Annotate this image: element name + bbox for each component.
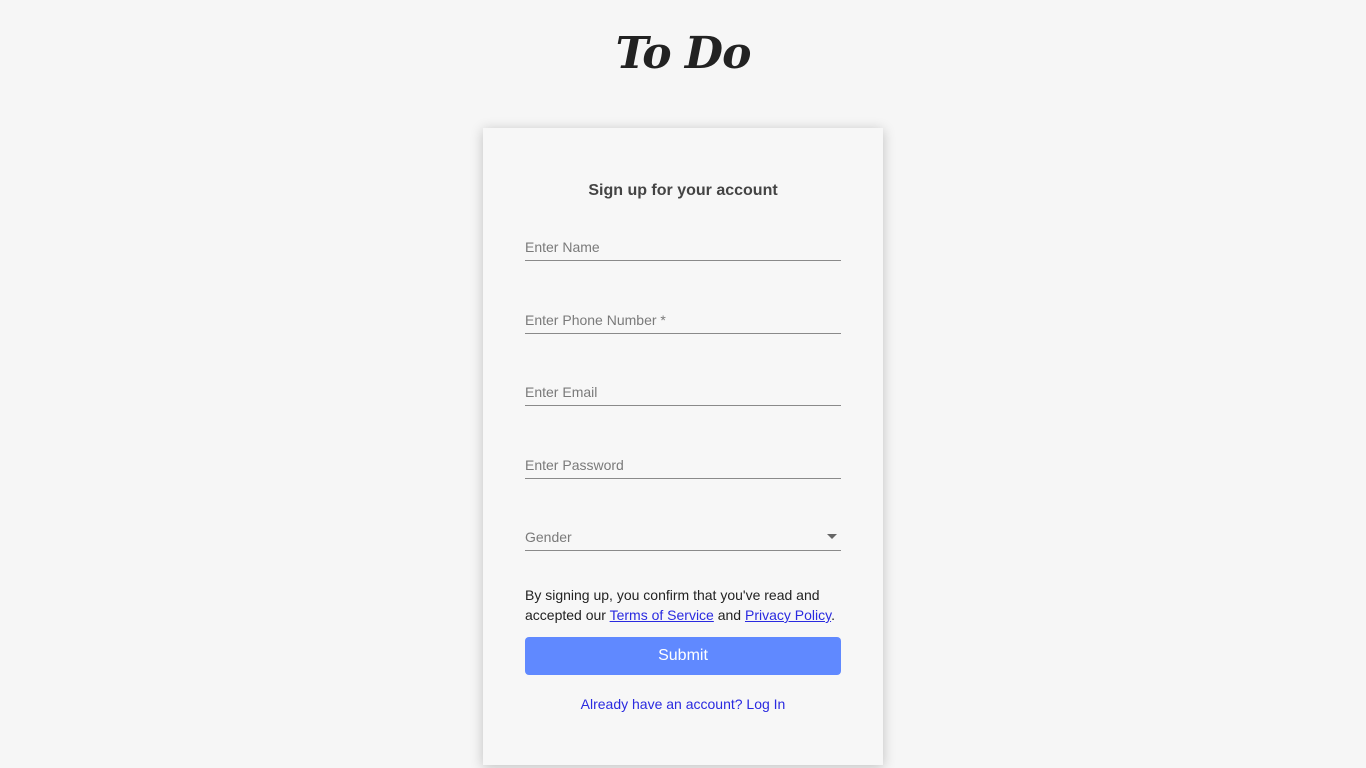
phone-input[interactable] (525, 309, 841, 331)
form-title: Sign up for your account (588, 182, 778, 199)
gender-label: Gender (525, 529, 572, 545)
email-field[interactable] (525, 381, 841, 406)
submit-button[interactable]: Submit (525, 637, 841, 675)
password-input[interactable] (525, 454, 841, 476)
terms-text: By signing up, you confirm that you've r… (525, 585, 841, 625)
name-input[interactable] (525, 236, 841, 258)
name-field[interactable] (525, 236, 841, 261)
caret-down-icon (827, 534, 837, 539)
password-field[interactable] (525, 454, 841, 479)
login-link[interactable]: Already have an account? Log In (581, 696, 786, 712)
signup-card: Sign up for your account Gender By signi… (483, 128, 883, 765)
terms-middle: and (713, 607, 745, 623)
terms-suffix: . (831, 607, 835, 623)
terms-of-service-link[interactable]: Terms of Service (610, 607, 714, 623)
gender-select[interactable]: Gender (525, 526, 841, 551)
login-row: Already have an account? Log In (483, 696, 883, 712)
email-input[interactable] (525, 381, 841, 403)
privacy-policy-link[interactable]: Privacy Policy (745, 607, 831, 623)
app-title: To Do (615, 28, 752, 79)
phone-field[interactable] (525, 309, 841, 334)
